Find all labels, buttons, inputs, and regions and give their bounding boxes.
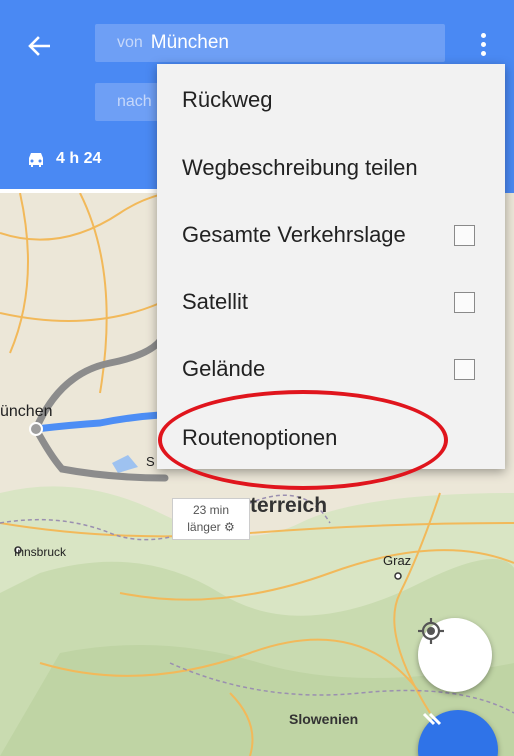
traffic-checkbox[interactable]: [454, 224, 475, 246]
alt-route-badge[interactable]: 23 min länger ⚙: [172, 498, 250, 540]
driving-duration: 4 h 24: [56, 150, 102, 167]
overflow-menu: Rückweg Wegbeschreibung teilen Gesamte V…: [157, 64, 505, 469]
more-options-button[interactable]: [470, 28, 496, 60]
map-label-graz: Graz: [383, 553, 412, 568]
destination-prefix: nach: [117, 93, 152, 110]
menu-item-traffic[interactable]: Gesamte Verkehrslage: [182, 215, 482, 255]
menu-item-label: Satellit: [182, 289, 249, 314]
origin-prefix: von: [117, 34, 143, 51]
menu-item-label: Gelände: [182, 356, 266, 381]
destination-field[interactable]: nach: [95, 83, 165, 121]
map-label-innsbruck: Innsbruck: [14, 545, 67, 559]
menu-item-share[interactable]: Wegbeschreibung teilen: [182, 148, 482, 188]
back-button[interactable]: [28, 28, 68, 64]
toll-icon: ⚙: [223, 520, 235, 534]
tab-indicator: [0, 189, 160, 193]
more-vert-icon: [480, 32, 486, 38]
satellite-checkbox[interactable]: [454, 291, 475, 313]
map-label-s: S: [146, 454, 155, 469]
origin-value: München: [150, 32, 229, 53]
terrain-checkbox[interactable]: [454, 358, 475, 380]
menu-item-label: Gesamte Verkehrslage: [182, 222, 406, 247]
map-label-slowenien: Slowenien: [289, 711, 359, 727]
menu-item-label: Routenoptionen: [182, 425, 338, 450]
my-location-button[interactable]: [418, 618, 492, 692]
menu-item-rueckweg[interactable]: Rückweg: [182, 80, 482, 120]
menu-item-route-options[interactable]: Routenoptionen: [182, 418, 482, 458]
car-icon: [29, 152, 43, 167]
tab-driving[interactable]: 4 h 24: [26, 150, 101, 168]
map-label-oesterreich: terreich: [250, 494, 328, 517]
my-location-icon: [418, 618, 444, 644]
alt-route-longer: länger ⚙: [187, 520, 235, 534]
alt-route-time: 23 min: [192, 503, 230, 517]
menu-item-label: Wegbeschreibung teilen: [182, 155, 418, 180]
arrow-back-icon: [28, 36, 50, 56]
menu-item-terrain[interactable]: Gelände: [182, 349, 482, 389]
origin-field[interactable]: von München: [95, 24, 445, 62]
menu-item-satellite[interactable]: Satellit: [182, 282, 482, 322]
map-label-muenchen: ünchen: [0, 403, 53, 420]
navigation-icon: [422, 712, 442, 726]
menu-item-label: Rückweg: [182, 87, 273, 112]
